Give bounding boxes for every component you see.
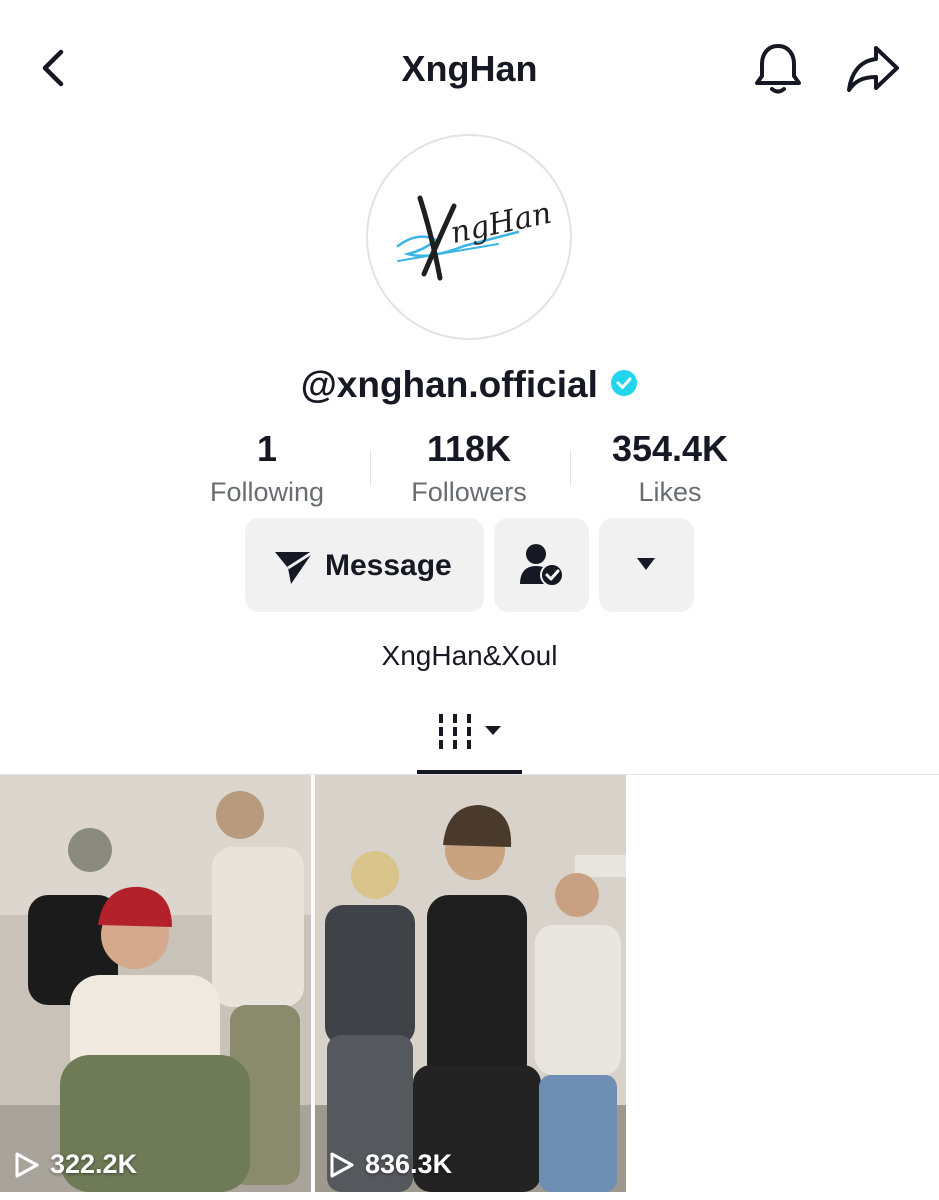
likes-label: Likes: [638, 477, 702, 507]
followers-count: 118K: [426, 428, 512, 469]
stat-likes: 354.4K Likes: [570, 428, 770, 512]
likes-count: 354.4K: [611, 428, 729, 469]
notifications-button[interactable]: [752, 40, 804, 96]
message-button-label: Message: [325, 549, 452, 582]
videos-tab[interactable]: [436, 710, 508, 757]
play-icon: [15, 1152, 39, 1177]
handle-row: @xnghan.official: [0, 364, 939, 406]
following-status-button[interactable]: [494, 518, 589, 612]
view-count: 322.2K: [14, 1149, 137, 1180]
profile-avatar[interactable]: ngHan: [366, 134, 572, 340]
video-thumbnail[interactable]: 836.3K: [315, 775, 626, 1192]
share-arrow-icon: [847, 46, 899, 92]
send-icon: [275, 550, 314, 584]
svg-text:ngHan: ngHan: [448, 196, 555, 251]
username-handle: @xnghan.official: [300, 364, 598, 405]
view-count-text: 836.3K: [365, 1149, 453, 1179]
profile-bio: XngHan&Xoul: [381, 640, 558, 671]
play-icon: [330, 1152, 354, 1177]
message-button[interactable]: Message: [245, 518, 484, 612]
video-preview-image: [315, 775, 626, 1192]
following-count: 1: [256, 428, 278, 469]
verified-badge-icon: [611, 370, 638, 396]
top-bar: XngHan: [0, 0, 939, 130]
share-button[interactable]: [846, 44, 900, 94]
caret-down-icon: [637, 558, 655, 570]
stat-followers[interactable]: 118K Followers: [369, 428, 569, 512]
following-label: Following: [209, 477, 325, 507]
video-thumbnail[interactable]: 322.2K: [0, 775, 311, 1192]
signature-logo: ngHan: [396, 195, 555, 281]
user-check-icon: [520, 544, 564, 587]
video-preview-image: [0, 775, 311, 1192]
followers-label: Followers: [411, 477, 527, 507]
more-options-button[interactable]: [599, 518, 694, 612]
view-count: 836.3K: [329, 1149, 452, 1180]
grid-icon: [439, 714, 501, 749]
view-count-text: 322.2K: [50, 1149, 138, 1179]
bell-icon: [755, 44, 801, 94]
stat-following[interactable]: 1 Following: [167, 428, 367, 512]
